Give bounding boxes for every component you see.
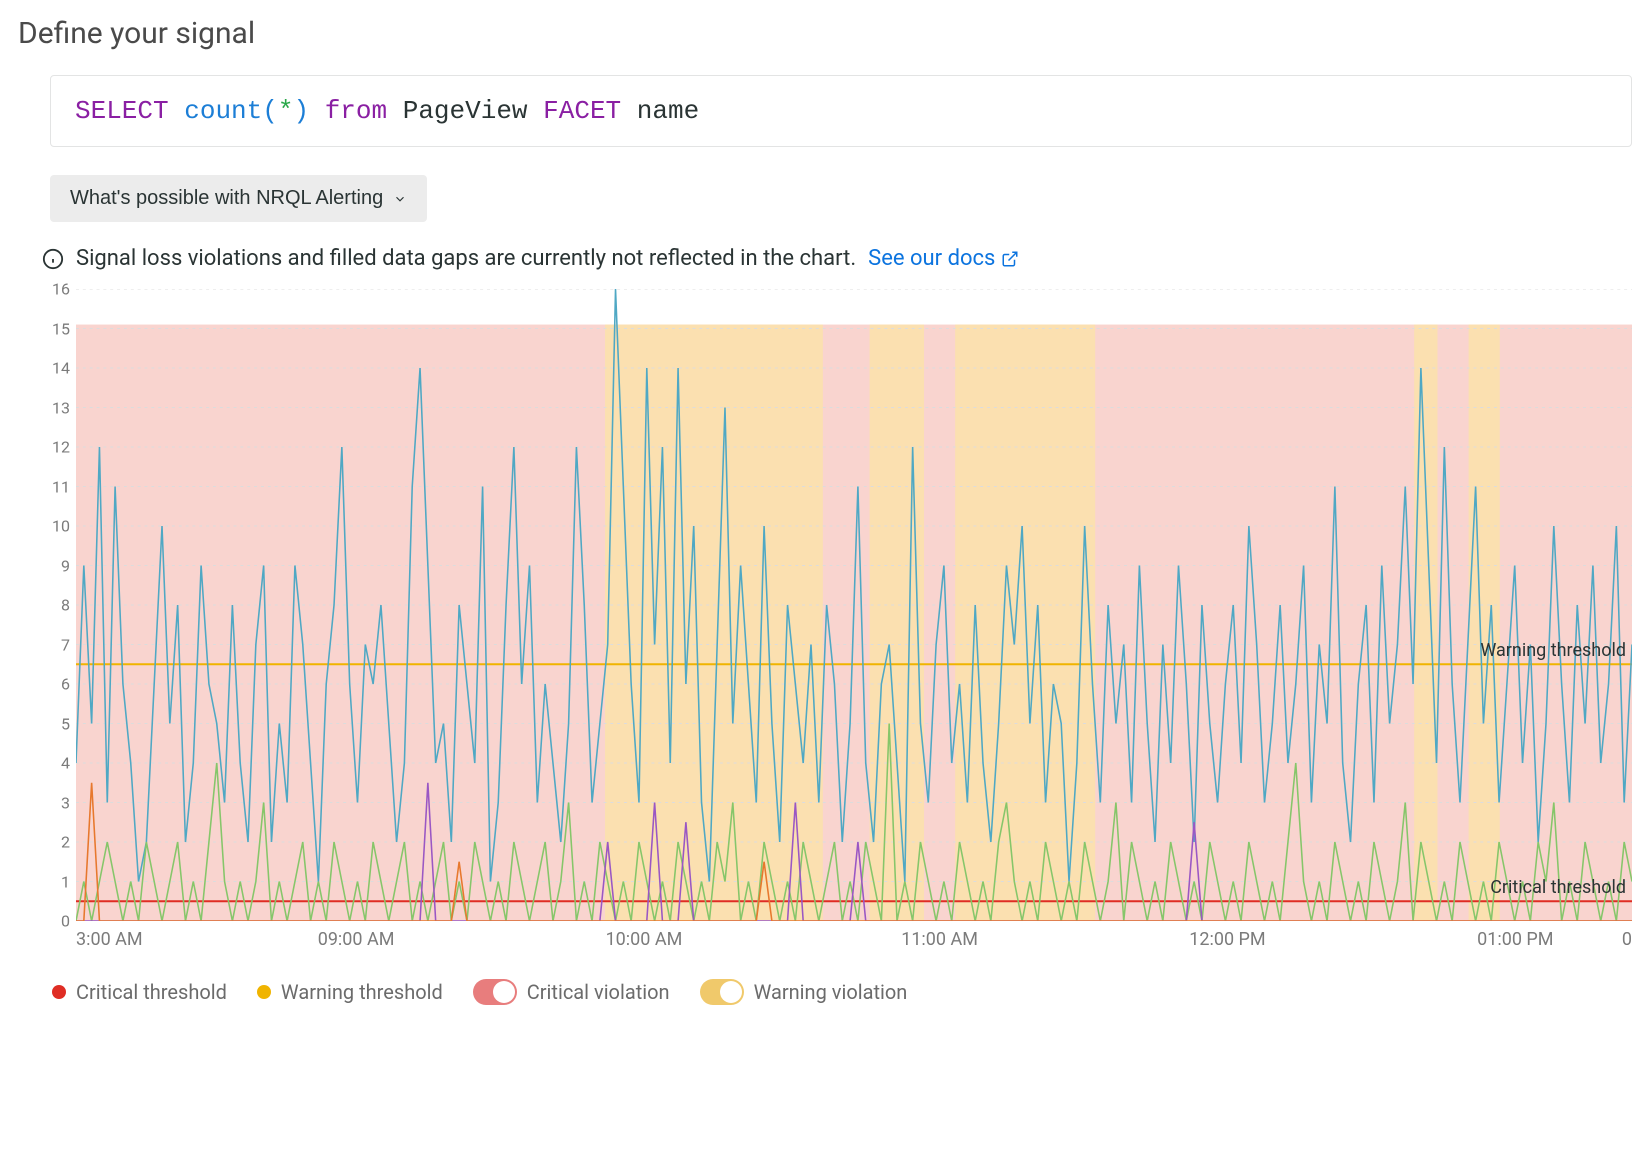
x-tick: 0 [1622,929,1632,950]
query-token: SELECT [75,96,169,126]
warning-threshold-label: Warning threshold [1480,640,1626,661]
query-token: ( [262,96,278,126]
toggle-critical-violation[interactable] [473,979,517,1005]
query-token: from [325,96,387,126]
legend-critical-violation: Critical violation [473,979,670,1005]
nrql-query-input[interactable]: SELECT count(*) from PageView FACET name [50,75,1632,147]
query-token: name [621,96,699,126]
query-token [169,96,185,126]
y-tick: 16 [52,280,70,299]
dot-icon [52,985,66,999]
y-tick: 4 [61,754,70,773]
critical-threshold-label: Critical threshold [1490,877,1626,898]
query-token: FACET [543,96,621,126]
y-tick: 6 [61,675,70,694]
x-tick: 10:00 AM [606,929,683,950]
legend-critical-threshold: Critical threshold [52,980,227,1004]
external-link-icon [1001,250,1019,268]
toggle-warning-violation[interactable] [700,979,744,1005]
info-text: Signal loss violations and filled data g… [76,246,856,271]
x-tick: 11:00 AM [901,929,978,950]
y-tick: 9 [61,556,70,575]
chart-plot-area[interactable]: Warning threshold Critical threshold [76,289,1632,921]
y-tick: 14 [52,359,70,378]
docs-link[interactable]: See our docs [868,246,1019,271]
y-tick: 10 [52,517,70,536]
dot-icon [257,985,271,999]
chart-legend: Critical threshold Warning threshold Cri… [52,979,1632,1005]
y-tick: 15 [52,319,70,338]
signal-chart[interactable]: 012345678910111213141516 Warning thresho… [42,281,1632,961]
x-tick: 12:00 PM [1189,929,1265,950]
whats-possible-label: What's possible with NRQL Alerting [70,187,383,210]
legend-warning-threshold: Warning threshold [257,980,443,1004]
y-tick: 2 [61,833,70,852]
x-tick: 01:00 PM [1477,929,1553,950]
y-tick: 5 [61,714,70,733]
x-axis: 3:00 AM 09:00 AM 10:00 AM 11:00 AM 12:00 PM 0… [76,925,1632,961]
y-tick: 11 [52,477,70,496]
legend-label: Critical violation [527,980,670,1004]
y-tick: 12 [52,438,70,457]
y-tick: 0 [61,912,70,931]
query-token: ) [293,96,309,126]
page-title: Define your signal [18,16,1632,51]
legend-label: Warning threshold [281,980,443,1004]
x-tick: 3:00 AM [76,929,143,950]
info-icon [42,248,64,270]
y-tick: 1 [61,872,70,891]
y-tick: 13 [52,398,70,417]
legend-label: Warning violation [754,980,908,1004]
y-axis: 012345678910111213141516 [42,281,76,921]
docs-link-label: See our docs [868,246,995,271]
y-tick: 3 [61,793,70,812]
x-tick: 09:00 AM [318,929,395,950]
whats-possible-dropdown[interactable]: What's possible with NRQL Alerting [50,175,427,222]
query-token [309,96,325,126]
y-tick: 8 [61,596,70,615]
legend-warning-violation: Warning violation [700,979,908,1005]
info-banner: Signal loss violations and filled data g… [42,246,1632,271]
query-token: PageView [387,96,543,126]
legend-label: Critical threshold [76,980,227,1004]
y-tick: 7 [61,635,70,654]
query-token: * [278,96,294,126]
chevron-down-icon [393,192,407,206]
query-token: count [184,96,262,126]
